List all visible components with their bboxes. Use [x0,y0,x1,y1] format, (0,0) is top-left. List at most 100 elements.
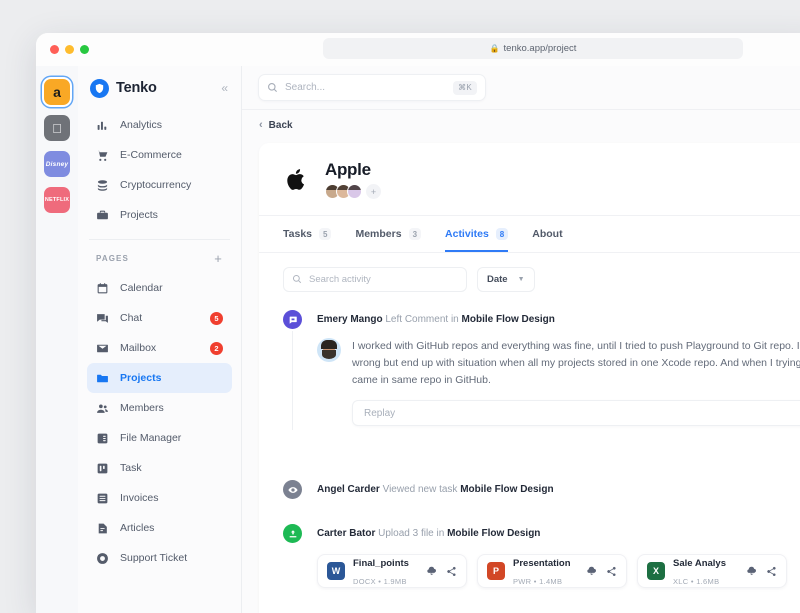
content-panel: Apple + Tasks 5 [259,143,800,613]
back-label: Back [269,120,293,131]
activity-target[interactable]: Mobile Flow Design [460,484,553,495]
activity-feed: Emery Mango Left Comment in Mobile Flow … [259,302,800,588]
sidebar-item-chat[interactable]: Chat 5 [87,303,232,333]
sidebar-item-projects-main[interactable]: Projects [87,200,232,230]
activity-actor: Angel Carder [317,484,380,495]
download-icon[interactable] [426,566,437,577]
search-shortcut-hint: ⌘K [453,81,477,95]
attached-files-list: W Final_points DOCX • 1.9MB P [283,554,800,588]
search-input[interactable] [285,82,446,93]
envelope-icon [96,342,109,355]
workspace-apple[interactable]:  [44,115,70,141]
feed-spacer [283,426,800,480]
activity-item-comment: Emery Mango Left Comment in Mobile Flow … [283,310,800,426]
app-root: a  Disney NETFLIX Tenko « [36,66,800,613]
maximize-window-button[interactable] [80,45,89,54]
sidebar-item-label: Chat [120,312,142,324]
activity-action: Viewed new task [383,484,458,495]
share-icon[interactable] [446,566,457,577]
sidebar-item-file-manager[interactable]: File Manager [87,423,232,453]
workspace-disney[interactable]: Disney [44,151,70,177]
global-search[interactable]: ⌘K [258,74,486,101]
kanban-board-icon [96,462,109,475]
workspace-netflix[interactable]: NETFLIX [44,187,70,213]
add-member-button[interactable]: + [366,184,381,199]
activity-search-input[interactable] [309,274,458,285]
sidebar-item-calendar[interactable]: Calendar [87,273,232,303]
shield-logo-icon [90,79,109,98]
tab-members[interactable]: Members 3 [355,216,421,252]
folder-icon [96,372,109,385]
share-icon[interactable] [766,566,777,577]
top-bar: ⌘K [242,66,800,110]
reply-box[interactable] [352,400,800,426]
tab-tasks[interactable]: Tasks 5 [283,216,331,252]
avatar[interactable] [347,184,362,199]
activity-actor: Carter Bator [317,528,375,539]
apple-logo-icon:  [52,121,62,136]
reply-input[interactable] [364,408,800,419]
briefcase-icon [96,209,109,222]
tab-about[interactable]: About [532,216,562,252]
users-icon [96,402,109,415]
add-page-button[interactable]: + [214,251,223,266]
netflix-logo-icon: NETFLIX [45,197,69,203]
back-button[interactable]: ‹ Back [259,119,293,131]
tab-label: Tasks [283,228,312,240]
download-icon[interactable] [746,566,757,577]
pages-section-header: PAGES + [87,240,232,273]
minimize-window-button[interactable] [65,45,74,54]
sidebar-item-label: Projects [120,209,158,221]
file-actions [426,566,457,577]
sidebar: Tenko « Analytics E-Commerce Cryptocur [78,66,242,613]
sidebar-item-articles[interactable]: Articles [87,513,232,543]
download-icon[interactable] [586,566,597,577]
sidebar-item-label: Calendar [120,282,163,294]
workspace-amazon[interactable]: a [44,79,70,105]
sidebar-item-analytics[interactable]: Analytics [87,110,232,140]
file-name: Sale Analys [673,558,726,569]
file-card[interactable]: X Sale Analys XLC • 1.6MB [637,554,787,588]
activity-target[interactable]: Mobile Flow Design [462,314,555,325]
activity-line: Angel Carder Viewed new task Mobile Flow… [317,480,800,497]
sidebar-item-mailbox[interactable]: Mailbox 2 [87,333,232,363]
activity-item-upload: Carter Bator Upload 3 file in Mobile Flo… [283,524,800,541]
activity-item-view: Angel Carder Viewed new task Mobile Flow… [283,480,800,497]
invoice-icon [96,492,109,505]
close-window-button[interactable] [50,45,59,54]
sidebar-item-invoices[interactable]: Invoices [87,483,232,513]
sidebar-item-cryptocurrency[interactable]: Cryptocurrency [87,170,232,200]
sidebar-item-projects[interactable]: Projects [87,363,232,393]
tab-count: 8 [496,228,508,240]
brand-name: Tenko [116,80,157,96]
activity-target[interactable]: Mobile Flow Design [447,528,540,539]
date-filter-dropdown[interactable]: Date ▼ [477,267,535,292]
file-sub: DOCX • 1.9MB [353,577,407,586]
comment-text: I worked with GitHub repos and everythin… [352,338,800,389]
file-name: Final_points [353,558,409,569]
project-tabs: Tasks 5 Members 3 Activites 8 About [259,216,800,253]
upload-icon [283,524,302,543]
coins-stack-icon [96,179,109,192]
activity-search[interactable] [283,267,467,292]
main-area: ⌘K ‹ Back Apple [242,66,800,613]
sidebar-badge-mailbox: 2 [210,342,223,355]
file-card[interactable]: W Final_points DOCX • 1.9MB [317,554,467,588]
tab-activites[interactable]: Activites 8 [445,216,508,252]
window-controls [50,45,89,54]
sidebar-item-label: Invoices [120,492,159,504]
excel-file-icon: X [647,562,665,580]
sidebar-item-label: Analytics [120,119,162,131]
project-header: Apple + [259,143,800,215]
comment-line: wrong but end up with situation when all… [352,355,800,372]
address-bar[interactable]: 🔒 tenko.app/project [323,38,743,59]
sidebar-collapse-button[interactable]: « [221,81,232,95]
share-icon[interactable] [606,566,617,577]
sidebar-item-ecommerce[interactable]: E-Commerce [87,140,232,170]
sidebar-item-task[interactable]: Task [87,453,232,483]
search-icon [267,82,278,93]
chevron-down-icon: ▼ [518,276,525,283]
sidebar-item-members[interactable]: Members [87,393,232,423]
file-card[interactable]: P Presentation PWR • 1.4MB [477,554,627,588]
sidebar-item-support-ticket[interactable]: Support Ticket [87,543,232,573]
